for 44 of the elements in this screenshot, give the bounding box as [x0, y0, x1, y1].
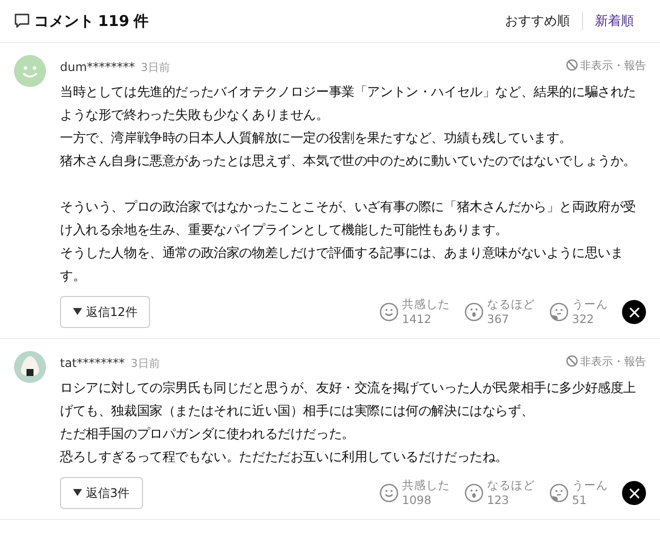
prohibited-icon: [566, 59, 578, 71]
smile-icon: [379, 483, 399, 503]
reaction-button[interactable]: うーん 322: [549, 297, 608, 327]
comments-title: コメント: [34, 12, 94, 30]
share-x-button[interactable]: [622, 300, 646, 324]
reaction-button[interactable]: 共感した 1098: [379, 478, 450, 508]
caret-icon: [73, 489, 82, 497]
post-time: 3日前: [140, 60, 170, 74]
comment-icon: [14, 13, 30, 29]
post-time: 3日前: [130, 356, 160, 370]
reaction-button[interactable]: うーん 51: [549, 478, 608, 508]
share-x-button[interactable]: [622, 481, 646, 505]
prohibited-icon: [566, 355, 578, 367]
reaction-button[interactable]: なるほど 123: [464, 478, 535, 508]
comment-text: 一方で、湾岸戦争時の日本人人質解放に一定の役割を果たすなど、功績も残しています。: [60, 130, 574, 148]
surprised-face-icon: [464, 302, 484, 322]
comment-text: 当時としては先進的だったバイオテクノロジー事業「アントン・ハイセル」など、結果的に騙されたような形で終わった失敗も少なくありません。: [60, 84, 638, 125]
hide-report-link[interactable]: 非表示・報告: [566, 354, 646, 368]
replies-button[interactable]: 返信3件: [60, 477, 143, 509]
comment-text: そういう、プロの政治家ではなかったことこそが、いざ有事の際に「猪木さんだから」と両政府が受け入れる余地を生み、重要なパイプラインとして機能した可能性もあります。: [60, 199, 638, 240]
comment-text: ロシアに対しての宗男氏も同じだと思うが、友好・交流を掲げていった人が民衆相手に多少好感度上げても、独裁国家（またはそれに近い国）相手には実際には何の解決にはならず、: [60, 380, 637, 421]
reaction-button[interactable]: 共感した 1412: [379, 297, 450, 327]
smile-icon: [379, 302, 399, 322]
comment-text: ただ相手国のプロパガンダに使われるだけだった。: [60, 426, 356, 444]
sort-tab[interactable]: おすすめ順: [493, 12, 582, 30]
sort-tab[interactable]: 新着順: [582, 12, 646, 30]
comment-text: 猪木さん自身に悪意があったとは思えず、本気で世の中のために動いていたのではないでしょうか。: [60, 153, 638, 171]
comment-text: 恐ろしすぎるって程でもない。ただただお互いに利用しているだけだったね。: [60, 449, 510, 467]
thinking-face-icon: [549, 302, 569, 322]
avatar-icon: [14, 55, 46, 87]
x-logo-icon: [628, 306, 640, 318]
comment-count: 119: [98, 12, 130, 30]
replies-button[interactable]: 返信12件: [60, 296, 150, 328]
comment-text: そうした人物を、通常の政治家の物差しだけで評価する記事には、あまり意味がないように思います。: [60, 245, 624, 286]
count-unit: 件: [133, 12, 148, 30]
surprised-face-icon: [464, 483, 484, 503]
x-logo-icon: [628, 488, 640, 498]
user-name: dum********: [60, 60, 135, 74]
avatar-icon: [14, 351, 46, 383]
user-name: tat********: [60, 356, 125, 370]
caret-icon: [73, 308, 82, 316]
reaction-button[interactable]: なるほど 367: [464, 297, 535, 327]
hide-report-link[interactable]: 非表示・報告: [566, 58, 646, 72]
thinking-face-icon: [549, 483, 569, 503]
